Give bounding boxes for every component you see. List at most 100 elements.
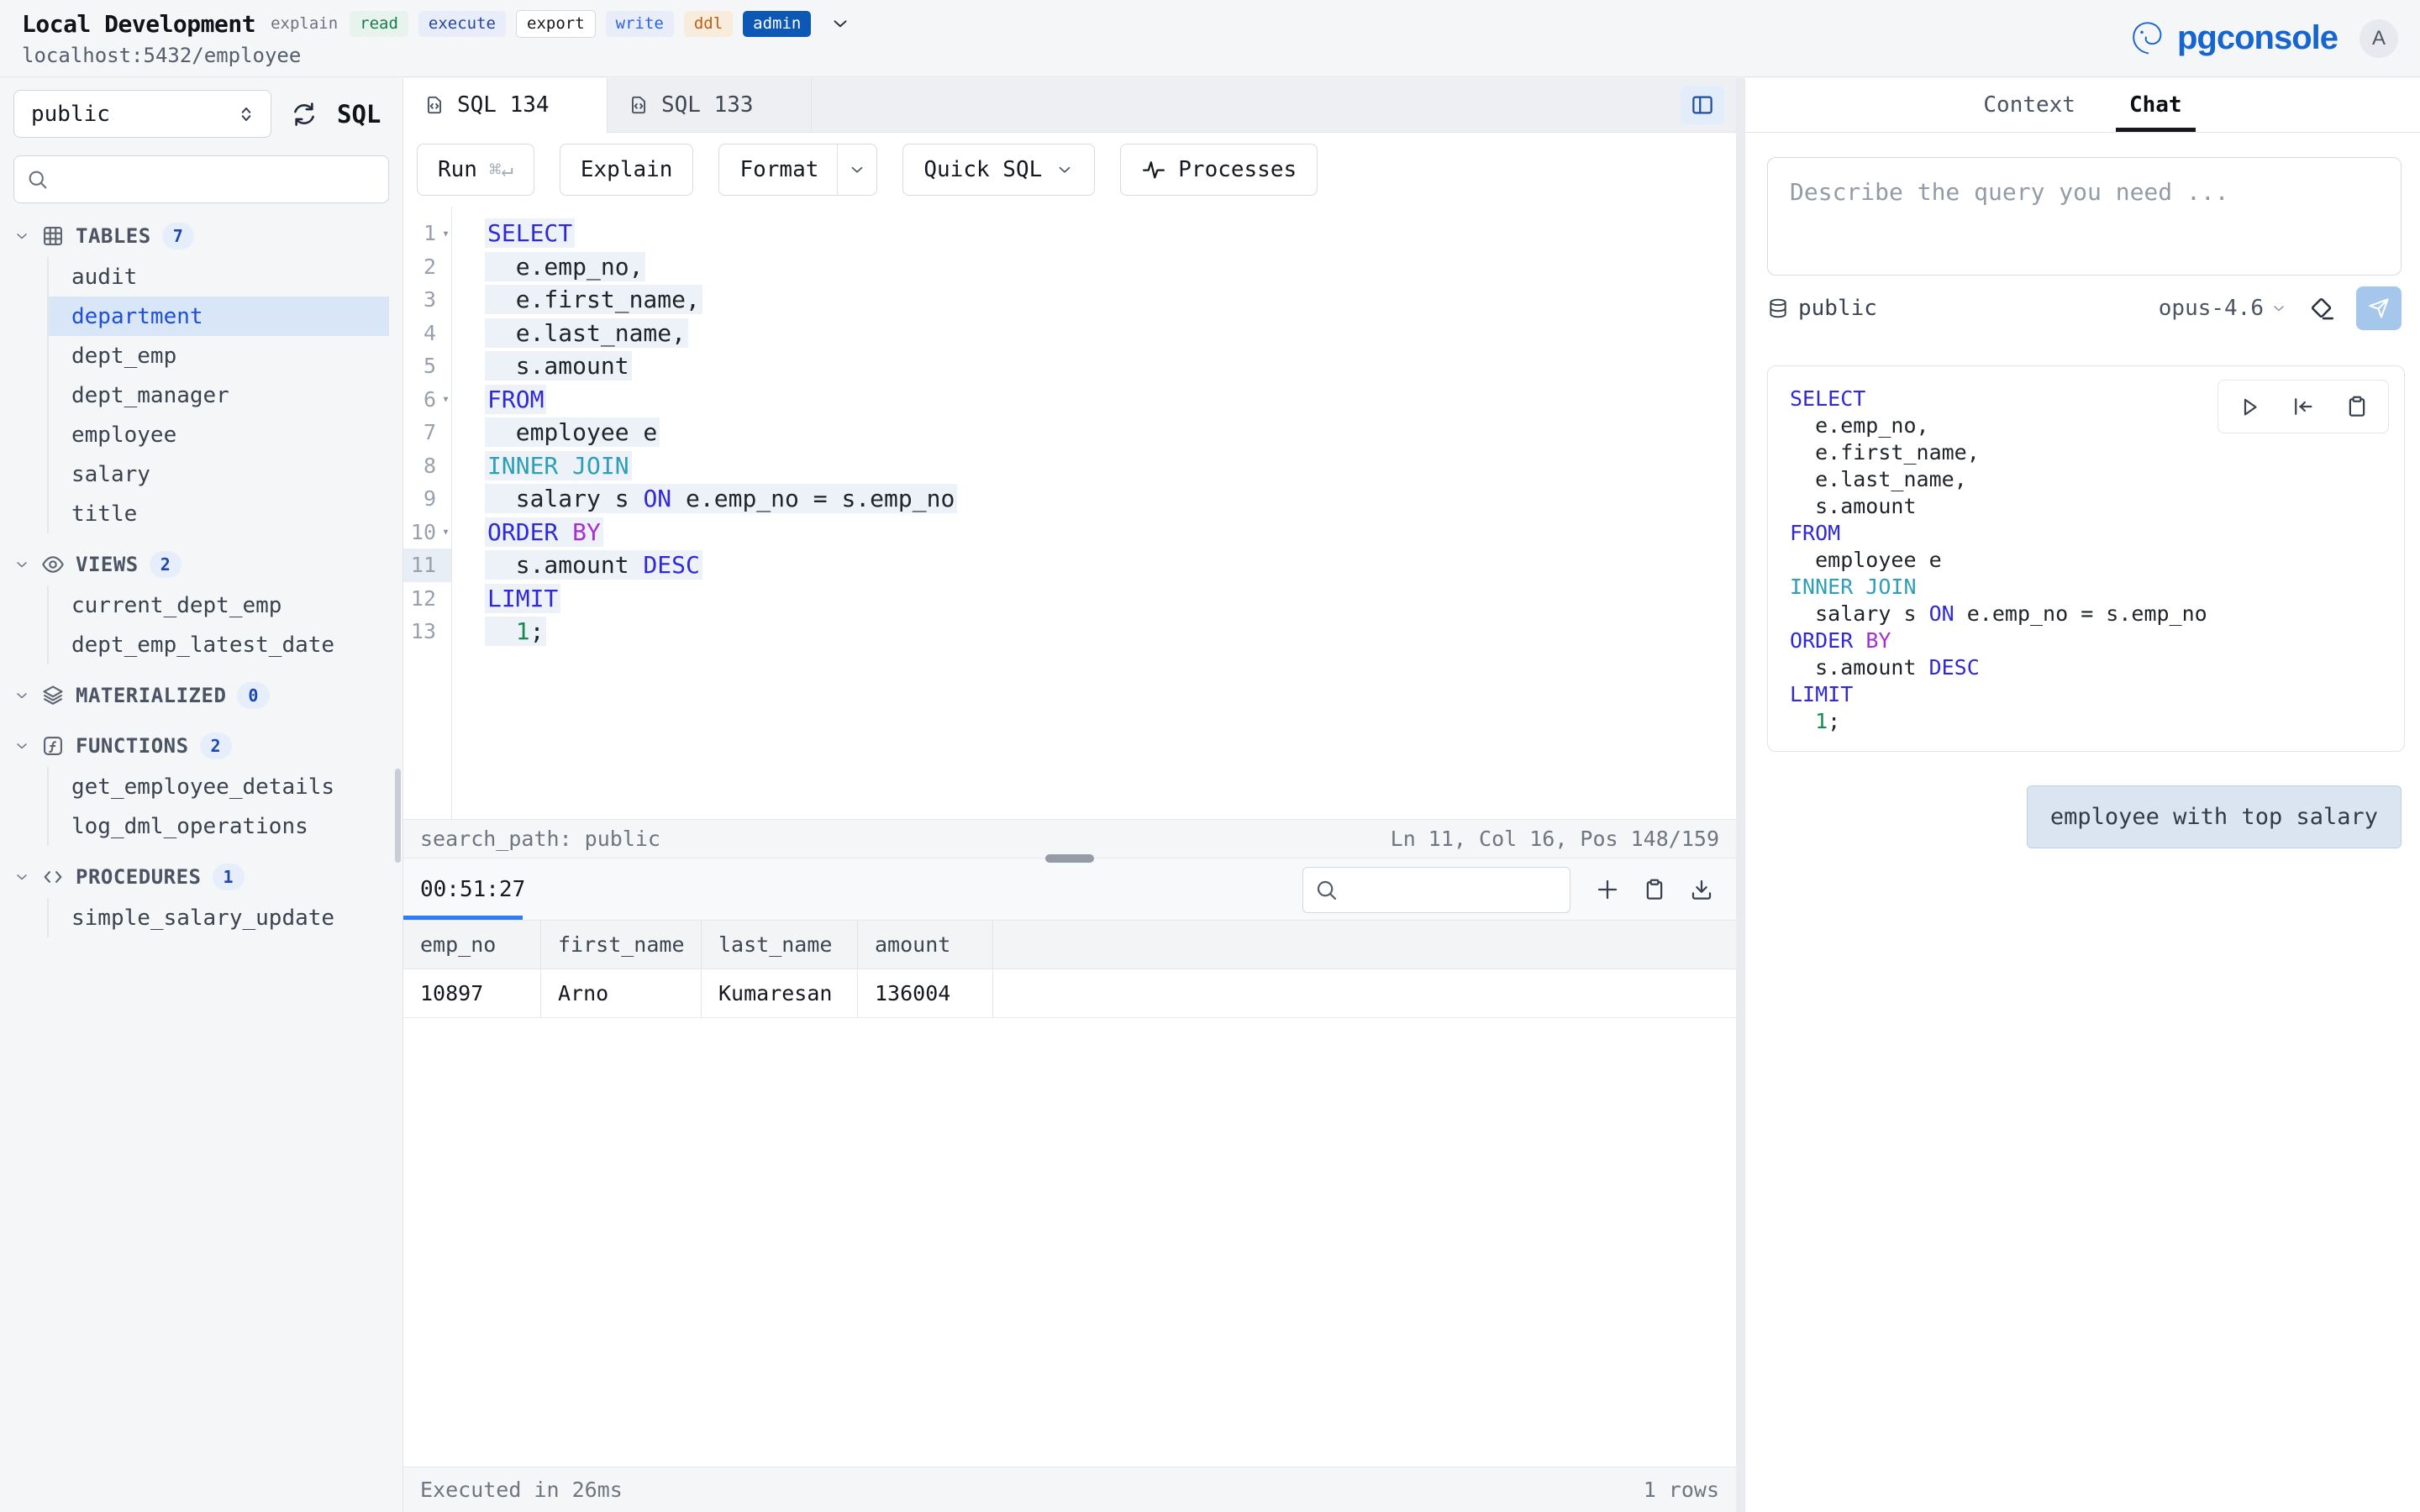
- section-count-badge: 7: [162, 223, 195, 249]
- format-button[interactable]: Format: [718, 144, 877, 196]
- fold-arrow-icon[interactable]: ▾: [442, 524, 450, 539]
- send-button[interactable]: [2356, 286, 2402, 330]
- sidebar-item-get_employee_details[interactable]: get_employee_details: [49, 767, 389, 806]
- gutter-line-1[interactable]: 1▾: [403, 217, 451, 250]
- explain-button[interactable]: Explain: [560, 144, 694, 196]
- section-header-materialized[interactable]: MATERIALIZED0: [13, 676, 389, 715]
- execution-time: Executed in 26ms: [420, 1478, 623, 1502]
- quick-sql-button[interactable]: Quick SQL: [902, 144, 1095, 196]
- fold-arrow-icon[interactable]: ▾: [442, 391, 450, 407]
- panel-divider[interactable]: [1736, 78, 1745, 1512]
- row-count: 1 rows: [1644, 1478, 1719, 1502]
- sql-mode-label[interactable]: SQL: [337, 100, 381, 129]
- connection-title: Local Development: [22, 10, 255, 38]
- file-code-icon: [424, 94, 445, 116]
- sidebar-item-employee[interactable]: employee: [49, 415, 389, 454]
- clear-chat-icon[interactable]: [2307, 294, 2336, 323]
- results-empty-area: [403, 1018, 1736, 1467]
- schema-select[interactable]: public: [13, 90, 271, 138]
- copy-results-icon[interactable]: [1642, 877, 1667, 902]
- gutter-line-10[interactable]: 10▾: [403, 516, 451, 549]
- section-header-functions[interactable]: FUNCTIONS2: [13, 727, 389, 765]
- copy-snippet-icon[interactable]: [2344, 394, 2370, 419]
- download-results-icon[interactable]: [1689, 877, 1714, 902]
- editor-statusbar: search_path: public Ln 11, Col 16, Pos 1…: [403, 819, 1736, 858]
- add-tab-icon[interactable]: [1595, 877, 1620, 902]
- gutter-line-9[interactable]: 9: [403, 482, 451, 516]
- schema-sidebar: public SQL TABLES7auditdepartmentdept_em…: [0, 78, 403, 1512]
- sidebar-scrollbar[interactable]: [395, 769, 401, 863]
- format-dropdown[interactable]: [837, 144, 876, 195]
- tab-context[interactable]: Context: [1978, 78, 2081, 132]
- code-line-13: 1;: [485, 615, 957, 648]
- chevron-down-icon: [13, 738, 30, 754]
- run-button[interactable]: Run ⌘↵: [417, 144, 534, 196]
- editor-tab-sql-134[interactable]: SQL 134: [403, 78, 608, 132]
- sidebar-item-title[interactable]: title: [49, 494, 389, 533]
- chevron-down-icon: [848, 160, 866, 179]
- sidebar-item-simple_salary_update[interactable]: simple_salary_update: [49, 898, 389, 937]
- tree-section-procedures: PROCEDURES1simple_salary_update: [13, 858, 389, 937]
- sidebar-item-department[interactable]: department: [49, 297, 389, 336]
- gutter-line-3[interactable]: 3: [403, 283, 451, 317]
- env-tag-ddl: ddl: [684, 11, 733, 37]
- panel-resize-handle[interactable]: [1045, 854, 1094, 863]
- section-header-procedures[interactable]: PROCEDURES1: [13, 858, 389, 896]
- sidebar-item-dept_manager[interactable]: dept_manager: [49, 375, 389, 415]
- sidebar-item-current_dept_emp[interactable]: current_dept_emp: [49, 585, 389, 625]
- section-header-views[interactable]: VIEWS2: [13, 545, 389, 584]
- gutter-line-13[interactable]: 13: [403, 615, 451, 648]
- gutter-line-5[interactable]: 5: [403, 349, 451, 383]
- gutter-line-8[interactable]: 8: [403, 449, 451, 483]
- refresh-icon[interactable]: [290, 100, 318, 129]
- column-header-emp_no: emp_no: [403, 921, 541, 969]
- result-timer-tab[interactable]: 00:51:27: [403, 858, 542, 920]
- tab-chat[interactable]: Chat: [2124, 78, 2187, 132]
- sidebar-search[interactable]: [13, 155, 389, 203]
- chevron-down-icon: [2270, 300, 2287, 317]
- code-line-6: FROM: [485, 383, 957, 417]
- sql-editor[interactable]: 1▾23456▾78910▾111213 SELECT e.emp_no, e.…: [403, 207, 1736, 819]
- editor-panel: SQL 134SQL 133 Run ⌘↵ Explain Format Qui…: [403, 78, 1736, 1512]
- insert-into-editor-icon[interactable]: [2291, 394, 2316, 419]
- sidebar-item-dept_emp_latest_date[interactable]: dept_emp_latest_date: [49, 625, 389, 664]
- code-line-11: s.amount DESC: [485, 549, 957, 582]
- code-line-9: salary s ON e.emp_no = s.emp_no: [485, 482, 957, 516]
- avatar[interactable]: A: [2360, 19, 2398, 58]
- chat-schema-context[interactable]: public: [1767, 296, 1877, 321]
- run-snippet-icon[interactable]: [2237, 394, 2262, 419]
- section-header-tables[interactable]: TABLES7: [13, 217, 389, 255]
- section-label: FUNCTIONS: [76, 734, 189, 758]
- processes-button[interactable]: Processes: [1120, 144, 1318, 196]
- chevron-down-icon: [13, 869, 30, 885]
- chat-prompt-input[interactable]: [1767, 157, 2402, 276]
- model-select[interactable]: opus-4.6: [2159, 296, 2287, 321]
- sidebar-item-audit[interactable]: audit: [49, 257, 389, 297]
- gutter-line-6[interactable]: 6▾: [403, 383, 451, 417]
- sidebar-item-log_dml_operations[interactable]: log_dml_operations: [49, 806, 389, 846]
- code-line-11: s.amount DESC: [1790, 654, 2382, 680]
- split-view-button[interactable]: [1681, 86, 1724, 124]
- section-items: simple_salary_update: [47, 898, 389, 937]
- editor-code[interactable]: SELECT e.emp_no, e.first_name, e.last_na…: [452, 207, 957, 819]
- connection-menu-chevron-icon[interactable]: [829, 13, 851, 34]
- connection-host: localhost:5432/employee: [22, 44, 851, 67]
- sidebar-item-dept_emp[interactable]: dept_emp: [49, 336, 389, 375]
- results-search-input[interactable]: [1346, 879, 1603, 902]
- gutter-line-2[interactable]: 2: [403, 250, 451, 284]
- gutter-line-7[interactable]: 7: [403, 416, 451, 449]
- column-header-first_name: first_name: [541, 921, 702, 969]
- sidebar-search-input[interactable]: [58, 167, 376, 192]
- chevron-down-icon: [13, 687, 30, 704]
- sidebar-item-salary[interactable]: salary: [49, 454, 389, 494]
- results-search[interactable]: [1302, 867, 1570, 913]
- code-line-3: e.first_name,: [1790, 438, 2382, 465]
- gutter-line-12[interactable]: 12: [403, 582, 451, 616]
- gutter-line-11[interactable]: 11: [403, 549, 451, 582]
- env-tag-admin: admin: [743, 11, 811, 37]
- fold-arrow-icon[interactable]: ▾: [442, 225, 450, 240]
- code-line-3: e.first_name,: [485, 283, 957, 317]
- editor-tab-sql-133[interactable]: SQL 133: [608, 78, 812, 132]
- gutter-line-4[interactable]: 4: [403, 317, 451, 350]
- section-label: VIEWS: [76, 553, 139, 576]
